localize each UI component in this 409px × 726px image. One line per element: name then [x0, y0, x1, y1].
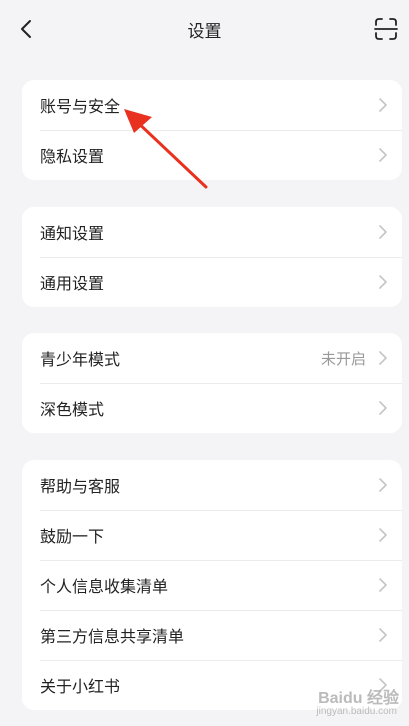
scan-icon: [374, 18, 398, 40]
settings-item-label: 深色模式: [40, 400, 105, 419]
settings-group-mode: 青少年模式 未开启 深色模式: [22, 333, 402, 433]
settings-item-label: 第三方信息共享清单: [40, 627, 185, 646]
settings-item-encourage[interactable]: 鼓励一下: [22, 510, 402, 560]
settings-item-third-party-sharing[interactable]: 第三方信息共享清单: [22, 610, 402, 660]
settings-item-label: 个人信息收集清单: [40, 577, 169, 596]
settings-item-label: 关于小红书: [40, 677, 121, 696]
settings-item-label: 青少年模式: [40, 350, 121, 369]
page-title: 设置: [187, 22, 222, 42]
chevron-right-icon: [379, 628, 387, 642]
settings-item-personal-info-list[interactable]: 个人信息收集清单: [22, 560, 402, 610]
chevron-right-icon: [379, 478, 387, 492]
scan-button[interactable]: [373, 16, 399, 42]
chevron-right-icon: [379, 401, 387, 415]
watermark-url: jingyan.baidu.com: [316, 706, 397, 717]
settings-item-label: 鼓励一下: [40, 527, 105, 546]
settings-item-general[interactable]: 通用设置: [22, 257, 402, 307]
settings-item-help[interactable]: 帮助与客服: [22, 460, 402, 510]
chevron-right-icon: [379, 351, 387, 365]
watermark-logo: Baidu 经验 jingyan.baidu.com: [283, 684, 403, 720]
settings-item-label: 通用设置: [40, 274, 105, 293]
settings-item-notification[interactable]: 通知设置: [22, 207, 402, 257]
settings-item-label: 账号与安全: [40, 97, 121, 116]
chevron-right-icon: [379, 98, 387, 112]
watermark-title: Baidu 经验: [318, 690, 399, 707]
settings-item-privacy[interactable]: 隐私设置: [22, 130, 402, 180]
chevron-right-icon: [379, 275, 387, 289]
settings-group-about: 帮助与客服 鼓励一下 个人信息收集清单 第三方信息共享清单 关于小红书: [22, 460, 402, 710]
settings-item-label: 隐私设置: [40, 147, 105, 166]
settings-item-account-security[interactable]: 账号与安全: [22, 80, 402, 130]
teen-mode-status: 未开启: [320, 349, 366, 368]
chevron-right-icon: [379, 528, 387, 542]
settings-item-label: 帮助与客服: [40, 477, 121, 496]
settings-item-label: 通知设置: [40, 224, 105, 243]
chevron-right-icon: [379, 225, 387, 239]
chevron-right-icon: [379, 578, 387, 592]
top-bar: 设置: [0, 0, 409, 58]
settings-group-notification: 通知设置 通用设置: [22, 207, 402, 307]
chevron-right-icon: [379, 148, 387, 162]
settings-group-account: 账号与安全 隐私设置: [22, 80, 402, 180]
settings-item-teen-mode[interactable]: 青少年模式 未开启: [22, 333, 402, 383]
settings-item-dark-mode[interactable]: 深色模式: [22, 383, 402, 433]
